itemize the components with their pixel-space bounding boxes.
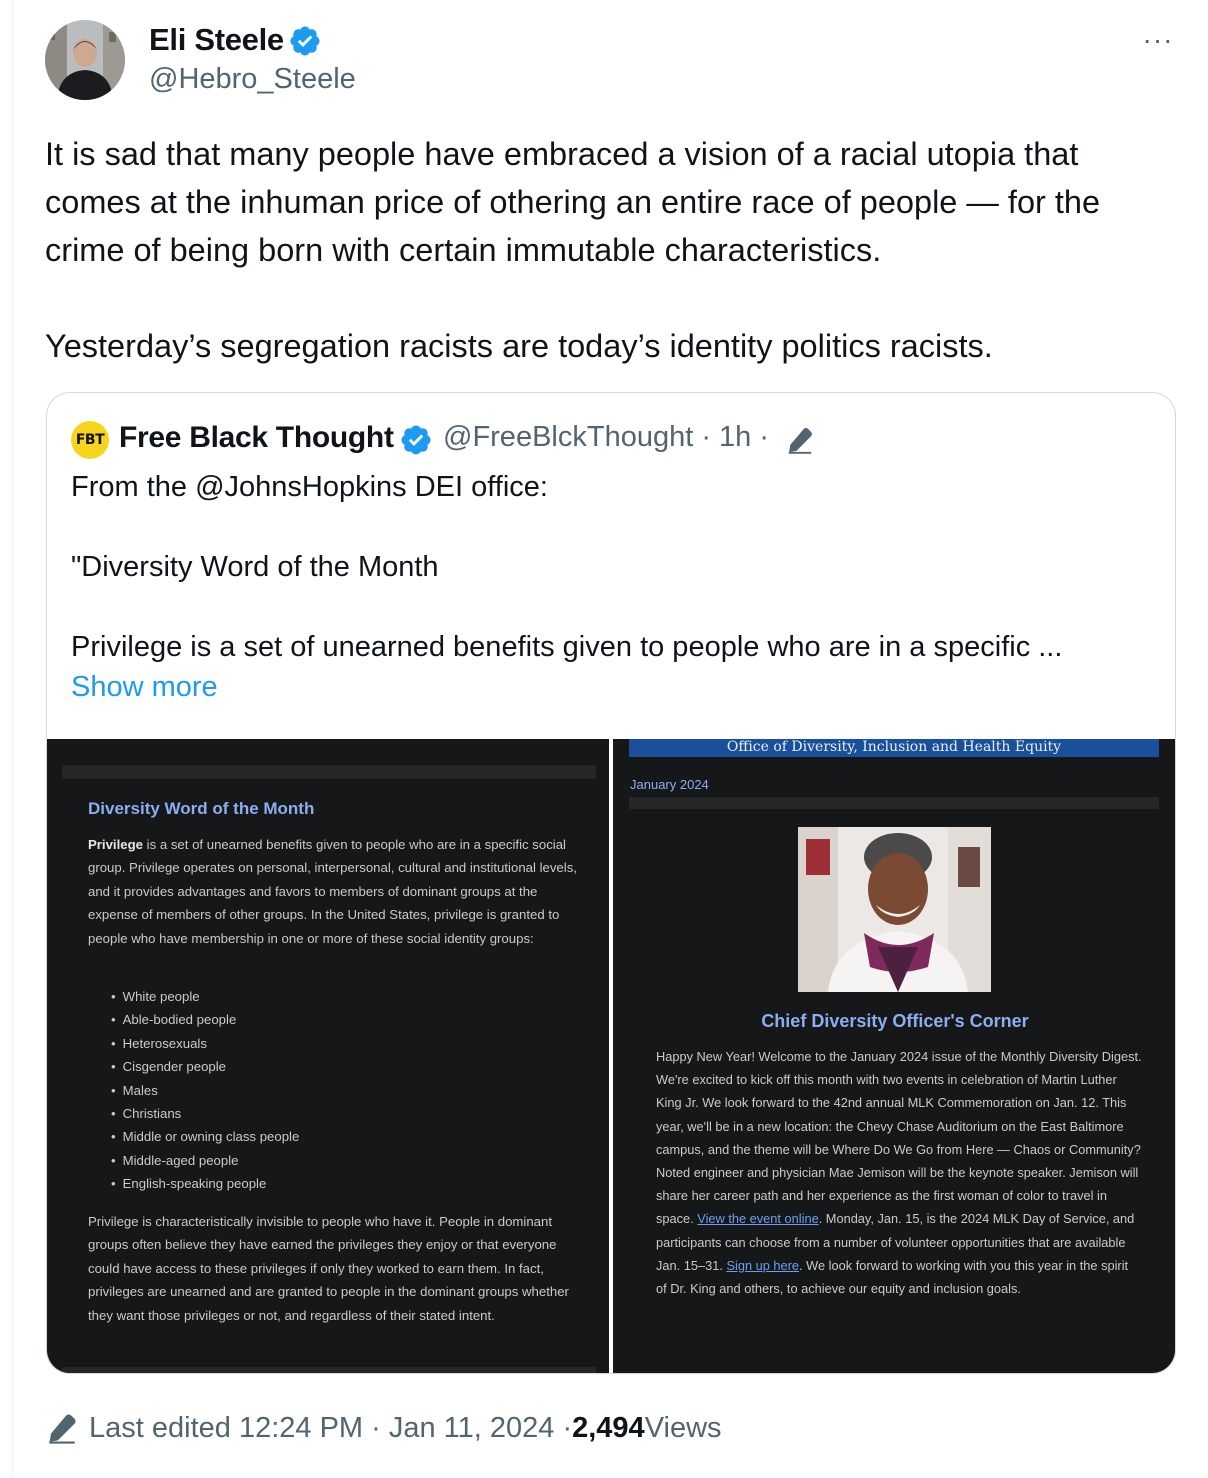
media-left-paragraph-2: Privilege is characteristically invisibl…	[88, 1214, 569, 1323]
privilege-groups-list: White people Able-bodied people Heterose…	[111, 985, 300, 1196]
office-banner: Office of Diversity, Inclusion and Healt…	[629, 739, 1159, 757]
list-item: English-speaking people	[111, 1172, 299, 1195]
media-image-right[interactable]: Office of Diversity, Inclusion and Healt…	[613, 739, 1175, 1373]
quote-author-avatar[interactable]: FBT	[71, 421, 109, 459]
views-label: Views	[644, 1411, 722, 1444]
list-item: Able-bodied people	[111, 1008, 299, 1031]
quote-line-3: Privilege is a set of unearned benefits …	[71, 631, 1063, 663]
quoted-tweet-card[interactable]: FBT Free Black Thought @FreeBlckThought …	[46, 392, 1176, 1374]
author-handle[interactable]: @Hebro_Steele	[149, 63, 356, 96]
verified-badge-icon[interactable]	[288, 24, 322, 58]
edited-pencil-icon[interactable]	[45, 1411, 79, 1445]
tweet-paragraph-1: It is sad that many people have embraced…	[45, 136, 1101, 268]
media-divider-bar	[62, 765, 596, 779]
view-event-online-link: View the event online	[697, 1211, 819, 1227]
quote-author-display-name[interactable]: Free Black Thought	[119, 421, 394, 455]
list-item: Cisgender people	[111, 1055, 299, 1078]
list-item: Males	[111, 1079, 299, 1102]
media-left-para1-text: is a set of unearned benefits given to p…	[88, 837, 577, 946]
show-more-link[interactable]: Show more	[71, 667, 1161, 707]
quote-timestamp[interactable]: · 1h ·	[693, 421, 769, 453]
sign-up-here-link: Sign up here	[726, 1257, 800, 1273]
tweet-text: It is sad that many people have embraced…	[45, 130, 1175, 370]
list-item: Christians	[111, 1102, 299, 1125]
list-item: Heterosexuals	[111, 1032, 299, 1055]
media-divider-bar	[629, 797, 1159, 809]
media-left-term: Privilege	[88, 837, 143, 852]
portrait-image	[798, 827, 991, 992]
cdo-text-part-a: Happy New Year! Welcome to the January 2…	[656, 1049, 1142, 1227]
media-divider-bar	[62, 1367, 596, 1373]
cdo-corner-paragraph: Happy New Year! Welcome to the January 2…	[656, 1045, 1142, 1300]
tweet-footer: Last edited 12:24 PM · Jan 11, 2024 · 2,…	[45, 1406, 722, 1450]
more-options-button[interactable]: ···	[1140, 22, 1176, 58]
list-item: Middle-aged people	[111, 1149, 299, 1172]
cdo-corner-title: Chief Diversity Officer's Corner	[761, 1011, 1029, 1031]
media-image-left[interactable]: Diversity Word of the Month Privilege is…	[47, 739, 609, 1373]
verified-badge-icon	[401, 425, 431, 455]
list-item: Middle or owning class people	[111, 1125, 300, 1148]
newsletter-date: January 2024	[630, 777, 709, 792]
media-left-paragraph-1: Privilege is a set of unearned benefits …	[88, 833, 578, 950]
quote-line-1: From the @JohnsHopkins DEI office:	[71, 471, 548, 503]
last-edited-timestamp[interactable]: Last edited 12:24 PM · Jan 11, 2024 ·	[89, 1412, 572, 1445]
author-display-name[interactable]: Eli Steele	[149, 22, 284, 58]
edited-pencil-icon	[788, 428, 812, 454]
officer-portrait-photo	[798, 827, 991, 992]
author-avatar[interactable]	[45, 20, 125, 100]
quote-line-2: "Diversity Word of the Month	[71, 551, 439, 583]
list-item: White people	[111, 985, 299, 1008]
avatar-image	[45, 20, 125, 100]
tweet-paragraph-2: Yesterday’s segregation racists are toda…	[45, 328, 993, 364]
quote-handle-time: @FreeBlckThought · 1h ·	[443, 421, 769, 454]
quote-author-handle[interactable]: @FreeBlckThought	[443, 421, 693, 453]
media-left-title: Diversity Word of the Month	[88, 799, 315, 818]
timeline-border	[12, 0, 13, 1478]
quote-text: From the @JohnsHopkins DEI office: "Dive…	[71, 467, 1161, 707]
views-count: 2,494	[572, 1411, 645, 1444]
